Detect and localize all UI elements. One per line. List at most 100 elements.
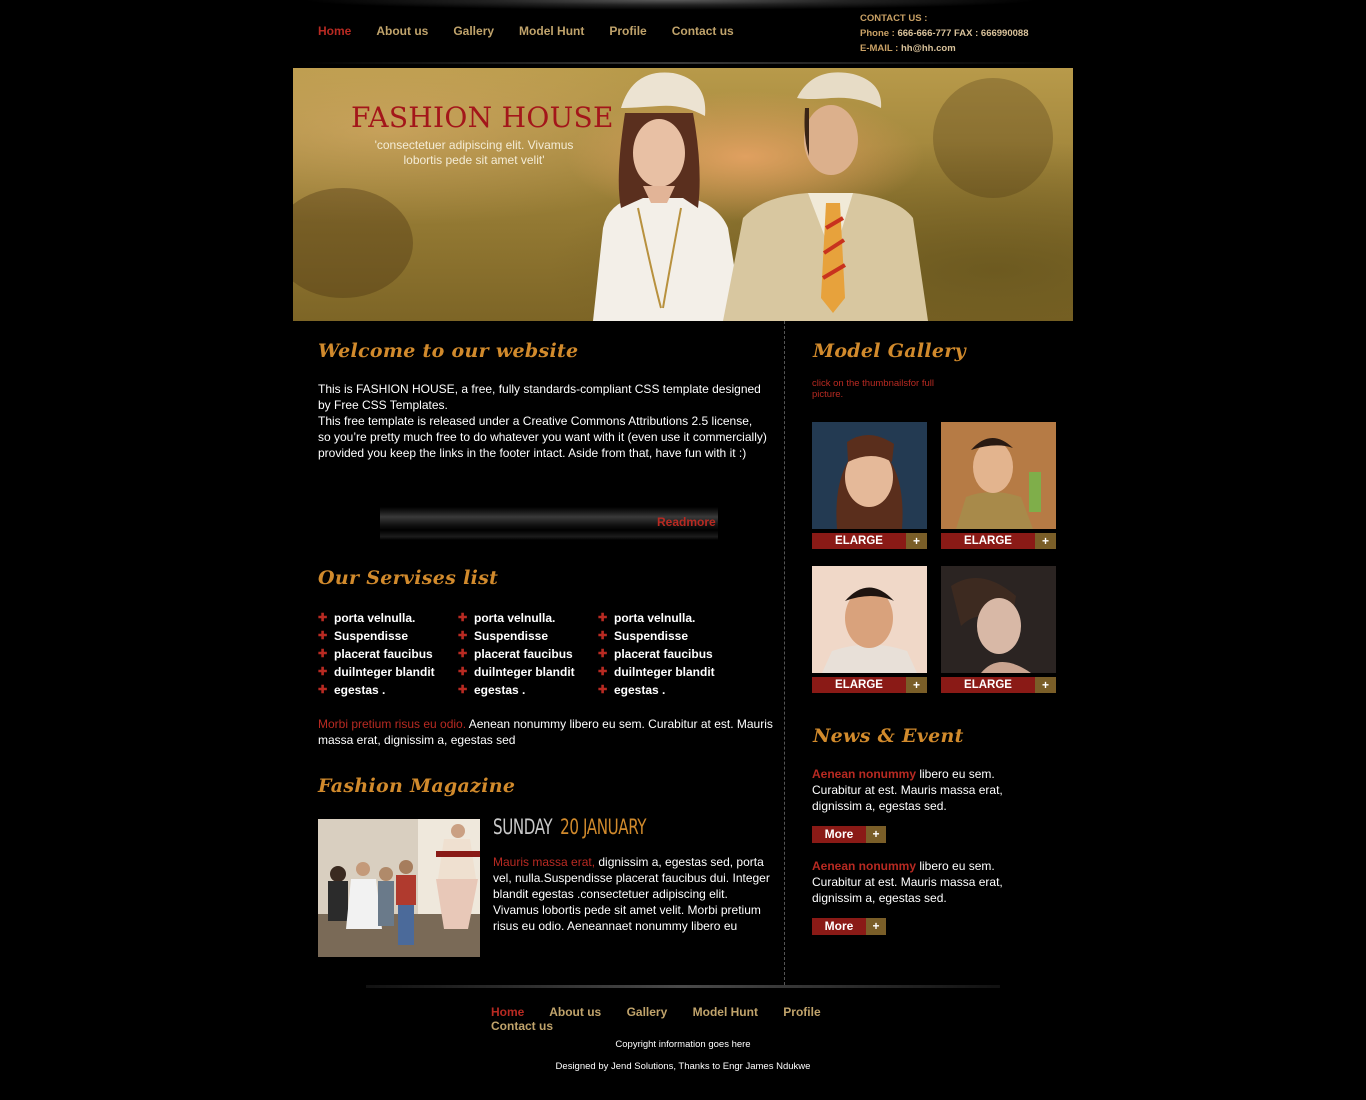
list-item: ✚ duilnteger blandit: [458, 665, 575, 679]
welcome-paragraph-2: This free template is released under a C…: [318, 414, 767, 460]
plus-bullet-icon: ✚: [458, 684, 468, 696]
gallery-thumb-1[interactable]: ELARGE +: [812, 422, 928, 549]
model-thumbnail-image[interactable]: [812, 566, 927, 673]
nav-about-us[interactable]: About us: [376, 24, 428, 38]
list-item: ✚ Suspendisse: [598, 629, 689, 643]
phone-value: 666-666-777 FAX : 666990088: [897, 28, 1029, 39]
gallery-thumb-2[interactable]: ELARGE +: [941, 422, 1057, 549]
plus-bullet-icon: ✚: [458, 630, 468, 642]
plus-icon: +: [866, 918, 886, 935]
list-item: ✚ duilnteger blandit: [318, 665, 435, 679]
list-item: ✚ placerat faucibus: [458, 647, 573, 661]
more-button-1[interactable]: More +: [812, 826, 886, 843]
contact-heading: CONTACT US :: [860, 13, 928, 24]
footer-nav-model-hunt[interactable]: Model Hunt: [693, 1005, 758, 1019]
list-item: ✚ Suspendisse: [458, 629, 549, 643]
services-column-2: ✚ porta velnulla. ✚ Suspendisse ✚ placerat …: [458, 609, 598, 699]
nav-contact-us[interactable]: Contact us: [672, 24, 734, 38]
welcome-paragraph-1: This is FASHION HOUSE, a free, fully sta…: [318, 382, 761, 412]
list-item: ✚ egestas .: [318, 683, 386, 697]
list-item: ✚ placerat faucibus: [318, 647, 433, 661]
plus-bullet-icon: ✚: [598, 612, 608, 624]
more-button-2[interactable]: More +: [812, 918, 886, 935]
plus-icon: +: [906, 533, 927, 549]
services-column-1: ✚ porta velnulla. ✚ Suspendisse ✚ placerat …: [318, 609, 458, 699]
plus-icon: +: [1035, 677, 1056, 693]
news-highlight: Aenean nonummy: [812, 859, 917, 873]
plus-icon: +: [1035, 533, 1056, 549]
model-man-image: [723, 72, 928, 321]
plus-bullet-icon: ✚: [458, 666, 468, 678]
model-thumbnail-image[interactable]: [941, 422, 1056, 529]
services-column-3: ✚ porta velnulla. ✚ Suspendisse ✚ placerat …: [598, 609, 738, 699]
magazine-date: SUNDAY 20 JANUARY: [493, 815, 646, 839]
elarge-button[interactable]: ELARGE +: [812, 677, 927, 693]
readmore-link[interactable]: Readmore: [657, 515, 716, 529]
model-thumbnail-image[interactable]: [941, 566, 1056, 673]
welcome-text: This is FASHION HOUSE, a free, fully sta…: [318, 381, 768, 461]
date-month: 20 JANUARY: [560, 815, 647, 839]
plus-icon: +: [906, 677, 927, 693]
gallery-thumb-4[interactable]: ELARGE +: [941, 566, 1057, 693]
magazine-heading: Fashion Magazine: [318, 775, 516, 797]
plus-bullet-icon: ✚: [458, 612, 468, 624]
list-item: ✚ egestas .: [598, 683, 666, 697]
magazine-photo: [318, 819, 480, 957]
list-item: ✚ placerat faucibus: [598, 647, 713, 661]
plus-bullet-icon: ✚: [598, 684, 608, 696]
phone-label: Phone :: [860, 28, 895, 39]
contact-info: CONTACT US : Phone : 666-666-777 FAX : 6…: [860, 11, 1028, 56]
model-thumbnail-image[interactable]: [812, 422, 927, 529]
email-value[interactable]: hh@hh.com: [901, 43, 956, 54]
hero-banner: FASHION HOUSE 'consectetuer adipiscing e…: [293, 68, 1073, 321]
column-divider: [784, 321, 785, 985]
news-heading: News & Event: [813, 725, 964, 747]
list-item: ✚ duilnteger blandit: [598, 665, 715, 679]
plus-bullet-icon: ✚: [598, 630, 608, 642]
gallery-thumb-3[interactable]: ELARGE +: [812, 566, 928, 693]
services-list: ✚ porta velnulla. ✚ Suspendisse ✚ placerat …: [318, 609, 738, 699]
footer-nav-home[interactable]: Home: [491, 1005, 524, 1019]
gallery-heading: Model Gallery: [813, 340, 966, 362]
main-nav: Home About us Gallery Model Hunt Profile…: [318, 24, 759, 38]
elarge-button[interactable]: ELARGE +: [941, 533, 1056, 549]
footer-nav: Home About us Gallery Model Hunt Profile…: [491, 1005, 851, 1033]
elarge-button[interactable]: ELARGE +: [941, 677, 1056, 693]
plus-icon: +: [866, 826, 886, 843]
welcome-heading: Welcome to our website: [318, 340, 579, 362]
nav-model-hunt[interactable]: Model Hunt: [519, 24, 584, 38]
credits-text: Designed by Jend Solutions, Thanks to En…: [555, 1061, 811, 1072]
plus-bullet-icon: ✚: [458, 648, 468, 660]
services-note-highlight: Morbi pretium risus eu odio.: [318, 717, 467, 731]
date-day: SUNDAY: [493, 815, 553, 839]
news-item-1: Aenean nonummy libero eu sem. Curabitur …: [812, 766, 1037, 814]
gallery-note: click on the thumbnailsfor full picture.: [812, 378, 934, 400]
nav-gallery[interactable]: Gallery: [453, 24, 494, 38]
plus-bullet-icon: ✚: [318, 648, 328, 660]
news-highlight: Aenean nonummy: [812, 767, 917, 781]
plus-bullet-icon: ✚: [318, 684, 328, 696]
plus-bullet-icon: ✚: [318, 612, 328, 624]
list-item: ✚ porta velnulla.: [598, 611, 696, 625]
footer-nav-profile[interactable]: Profile: [783, 1005, 820, 1019]
nav-home[interactable]: Home: [318, 24, 351, 38]
list-item: ✚ porta velnulla.: [458, 611, 556, 625]
news-item-2: Aenean nonummy libero eu sem. Curabitur …: [812, 858, 1037, 906]
footer-nav-about-us[interactable]: About us: [549, 1005, 601, 1019]
list-item: ✚ porta velnulla.: [318, 611, 416, 625]
footer-nav-contact-us[interactable]: Contact us: [491, 1019, 553, 1033]
list-item: ✚ Suspendisse: [318, 629, 409, 643]
footer-nav-gallery[interactable]: Gallery: [627, 1005, 668, 1019]
services-note: Morbi pretium risus eu odio. Aenean nonu…: [318, 716, 773, 748]
nav-profile[interactable]: Profile: [609, 24, 646, 38]
footer-divider: [366, 985, 1000, 988]
magazine-highlight: Mauris massa erat,: [493, 855, 596, 869]
plus-bullet-icon: ✚: [598, 648, 608, 660]
list-item: ✚ egestas .: [458, 683, 526, 697]
copyright-text: Copyright information goes here: [615, 1039, 751, 1050]
elarge-button[interactable]: ELARGE +: [812, 533, 927, 549]
top-divider: [300, 62, 1060, 64]
plus-bullet-icon: ✚: [318, 630, 328, 642]
top-glow: [300, 0, 1040, 10]
plus-bullet-icon: ✚: [598, 666, 608, 678]
